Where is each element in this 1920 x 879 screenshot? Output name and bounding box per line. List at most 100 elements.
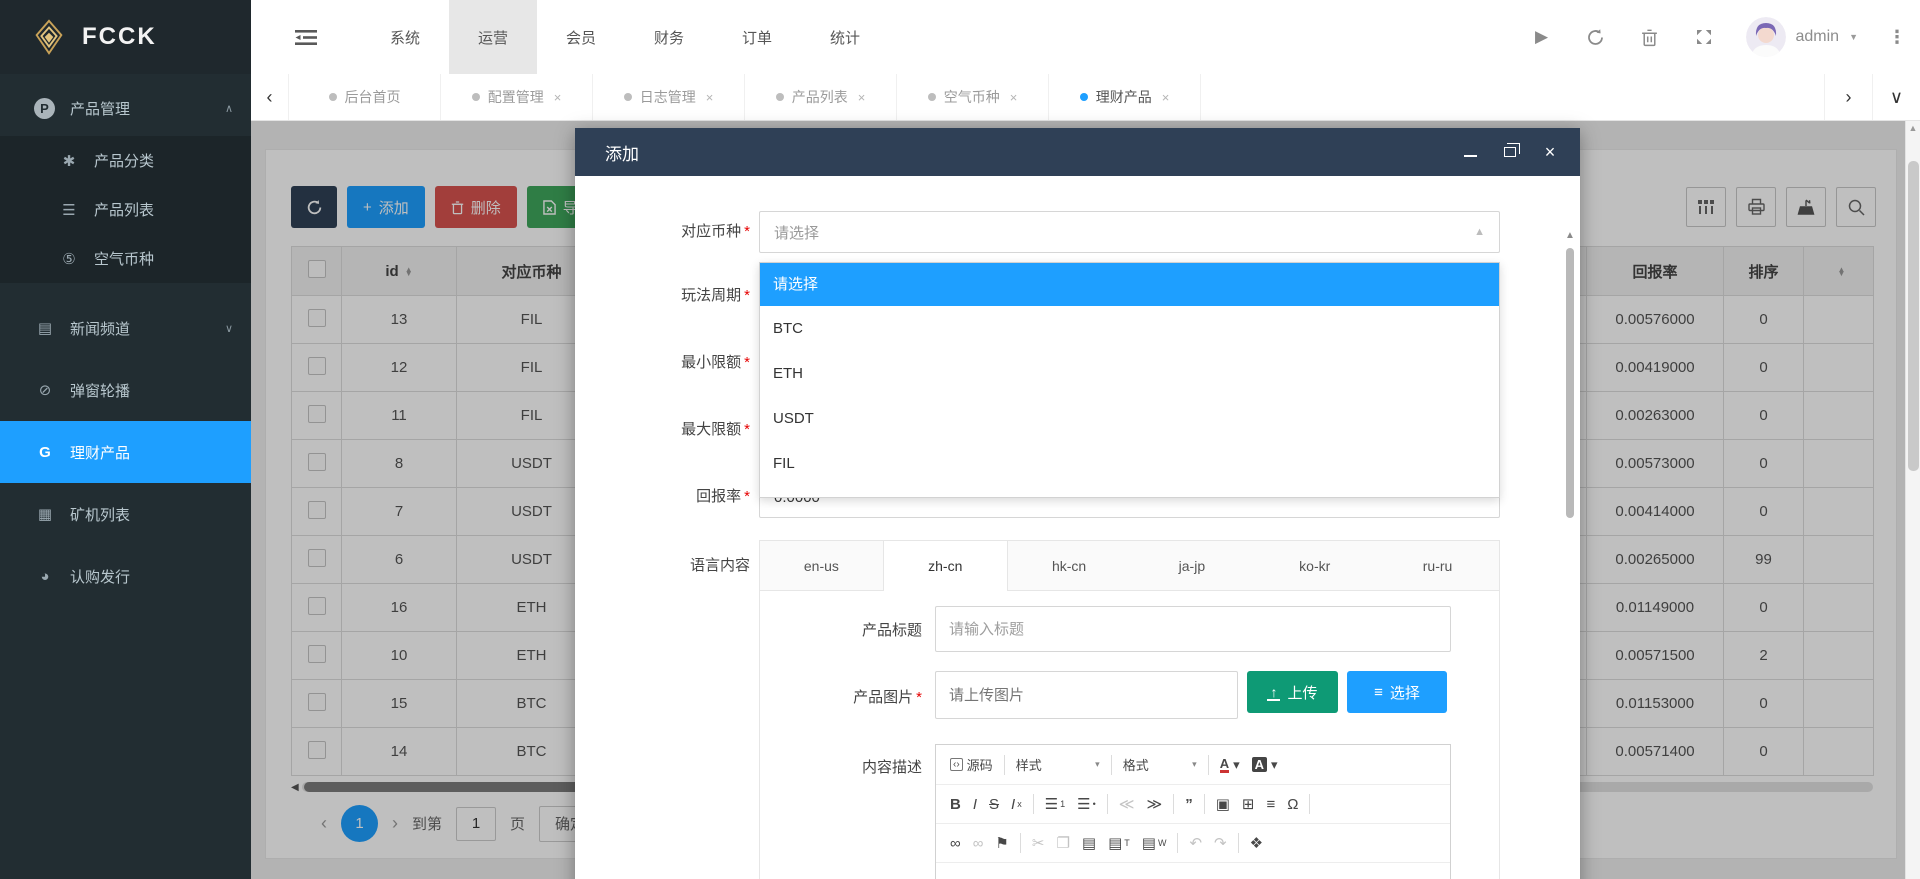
paste-text-icon[interactable]: ▤T (1102, 830, 1136, 856)
modal-title: 添加 (605, 140, 639, 165)
kebab-menu-icon[interactable]: ⋮ (1888, 27, 1906, 48)
sidebar-item-air-coin[interactable]: ⑤ 空气币种 (0, 234, 251, 283)
top-menu-operation[interactable]: 运营 (449, 0, 537, 74)
sidebar-fold-icon[interactable] (251, 29, 361, 46)
tab-product-list[interactable]: 产品列表 × (745, 74, 897, 120)
unlink-icon[interactable]: ∞ (967, 831, 990, 856)
tab-home[interactable]: 后台首页 (289, 74, 441, 120)
special-char-icon[interactable]: Ω (1281, 792, 1304, 817)
tab-air-coin[interactable]: 空气币种 × (897, 74, 1049, 120)
horizontal-rule-icon[interactable]: ≡ (1260, 792, 1281, 817)
product-image-input[interactable] (935, 671, 1238, 719)
fullscreen-icon[interactable] (1692, 28, 1716, 46)
ordered-list-icon[interactable]: ☰1 (1039, 791, 1071, 817)
cut-icon[interactable]: ✂ (1026, 830, 1051, 856)
lang-tab-ja-jp[interactable]: ja-jp (1130, 541, 1253, 590)
lang-tab-ko-kr[interactable]: ko-kr (1253, 541, 1376, 590)
sidebar-submenu: ✱ 产品分类 ☰ 产品列表 ⑤ 空气币种 (0, 136, 251, 283)
dropdown-option-placeholder[interactable]: 请选择 (760, 263, 1499, 306)
sidebar-item-news-channel[interactable]: ▤ 新闻频道 ∨ (0, 297, 251, 359)
sidebar: FCCK P 产品管理 ∧ ✱ 产品分类 ☰ 产品列表 ⑤ 空气币种 (0, 0, 251, 879)
sidebar-item-popup-carousel[interactable]: ⊘ 弹窗轮播 (0, 359, 251, 421)
coin-select[interactable]: 请选择 ▲ (759, 211, 1500, 253)
tab-config[interactable]: 配置管理 × (441, 74, 593, 120)
close-icon[interactable]: × (1542, 144, 1558, 160)
refresh-icon[interactable] (1584, 28, 1608, 47)
lang-tab-zh-cn[interactable]: zh-cn (883, 541, 1008, 591)
trash-icon[interactable] (1638, 28, 1662, 47)
dropdown-option-fil[interactable]: FIL (760, 441, 1499, 486)
italic-button[interactable]: I (967, 792, 983, 817)
dropdown-option-eth[interactable]: ETH (760, 351, 1499, 396)
tab-close-icon[interactable]: × (858, 90, 866, 105)
remove-format-button[interactable]: Ix (1005, 792, 1028, 817)
upload-button[interactable]: ↑ 上传 (1247, 671, 1338, 713)
sidebar-item-wealth-product[interactable]: G 理财产品 (0, 421, 251, 483)
sidebar-item-product-category[interactable]: ✱ 产品分类 (0, 136, 251, 185)
sidebar-item-subscription-issue[interactable]: ◕ 认购发行 (0, 545, 251, 607)
modal-scrollbar[interactable]: ▲ (1563, 230, 1577, 879)
bullet-list-icon[interactable]: ☰• (1071, 791, 1102, 817)
top-menu-order[interactable]: 订单 (713, 0, 801, 74)
page-scroll-thumb[interactable] (1908, 161, 1919, 471)
top-menu-statistics[interactable]: 统计 (801, 0, 889, 74)
modal-header: 添加 × (575, 128, 1580, 176)
sidebar-item-product-management[interactable]: P 产品管理 ∧ (0, 80, 251, 136)
max-field-label: 最大限额* (615, 409, 750, 451)
scroll-up-arrow-icon: ▲ (1906, 123, 1920, 133)
insert-table-icon[interactable]: ⊞ (1236, 791, 1261, 817)
tab-logs[interactable]: 日志管理 × (593, 74, 745, 120)
tab-close-icon[interactable]: × (554, 90, 562, 105)
description-field-label: 内容描述 (776, 756, 922, 777)
lang-tab-ru-ru[interactable]: ru-ru (1376, 541, 1499, 590)
insert-image-icon[interactable]: ▣ (1210, 791, 1236, 817)
choose-button[interactable]: ≡ 选择 (1347, 671, 1447, 713)
indent-icon[interactable]: ≫ (1140, 791, 1168, 817)
tab-close-icon[interactable]: × (1162, 90, 1170, 105)
dropdown-option-btc[interactable]: BTC (760, 306, 1499, 351)
format-dropdown[interactable]: 格式▾ (1117, 751, 1203, 778)
anchor-flag-icon[interactable]: ⚑ (989, 830, 1014, 856)
top-menu-finance[interactable]: 财务 (625, 0, 713, 74)
product-title-input[interactable] (935, 606, 1451, 652)
bold-button[interactable]: B (944, 792, 967, 817)
text-color-button[interactable]: A▾ (1214, 753, 1246, 777)
source-code-button[interactable]: ‹› 源码 (944, 751, 999, 778)
outdent-icon[interactable]: ≪ (1113, 791, 1141, 817)
sidebar-item-miner-list[interactable]: ▦ 矿机列表 (0, 483, 251, 545)
modal-scroll-thumb[interactable] (1566, 248, 1574, 518)
sidebar-item-product-list[interactable]: ☰ 产品列表 (0, 185, 251, 234)
maximize-editor-icon[interactable]: ❖ (1244, 830, 1269, 856)
brand-logo: FCCK (0, 0, 251, 74)
user-menu[interactable]: admin ▼ (1746, 17, 1859, 57)
page-scrollbar[interactable]: ▲ (1905, 121, 1920, 879)
styles-dropdown[interactable]: 样式▾ (1010, 751, 1106, 778)
bg-color-button[interactable]: A▾ (1246, 753, 1284, 777)
restore-icon[interactable] (1502, 144, 1518, 160)
scroll-up-arrow-icon[interactable]: ▲ (1563, 230, 1577, 241)
tabs-scroll-right-icon[interactable]: › (1824, 74, 1872, 120)
tabs-scroll-left-icon[interactable]: ‹ (251, 74, 289, 120)
strikethrough-button[interactable]: S (983, 792, 1005, 817)
blockquote-icon[interactable]: ” (1179, 792, 1199, 817)
play-icon[interactable]: ▶ (1530, 27, 1554, 47)
tabs-menu-icon[interactable]: ∨ (1872, 74, 1920, 120)
pie-chart-icon: ◕ (34, 568, 56, 585)
minimize-icon[interactable] (1462, 144, 1478, 160)
language-tabs: en-us zh-cn hk-cn ja-jp ko-kr ru-ru (760, 541, 1499, 591)
lang-tab-en-us[interactable]: en-us (760, 541, 883, 590)
redo-icon[interactable]: ↷ (1208, 830, 1233, 856)
coin-dropdown: 请选择 BTC ETH USDT FIL (759, 262, 1500, 498)
copy-icon[interactable]: ❐ (1050, 830, 1075, 856)
paste-word-icon[interactable]: ▤W (1136, 830, 1173, 856)
dropdown-option-usdt[interactable]: USDT (760, 396, 1499, 441)
undo-icon[interactable]: ↶ (1183, 830, 1208, 856)
paste-icon[interactable]: ▤ (1076, 830, 1102, 856)
link-icon[interactable]: ∞ (944, 831, 967, 856)
tab-close-icon[interactable]: × (1010, 90, 1018, 105)
lang-tab-hk-cn[interactable]: hk-cn (1008, 541, 1131, 590)
top-menu-member[interactable]: 会员 (537, 0, 625, 74)
tab-wealth-product[interactable]: 理财产品 × (1049, 74, 1201, 120)
top-menu-system[interactable]: 系统 (361, 0, 449, 74)
tab-close-icon[interactable]: × (706, 90, 714, 105)
